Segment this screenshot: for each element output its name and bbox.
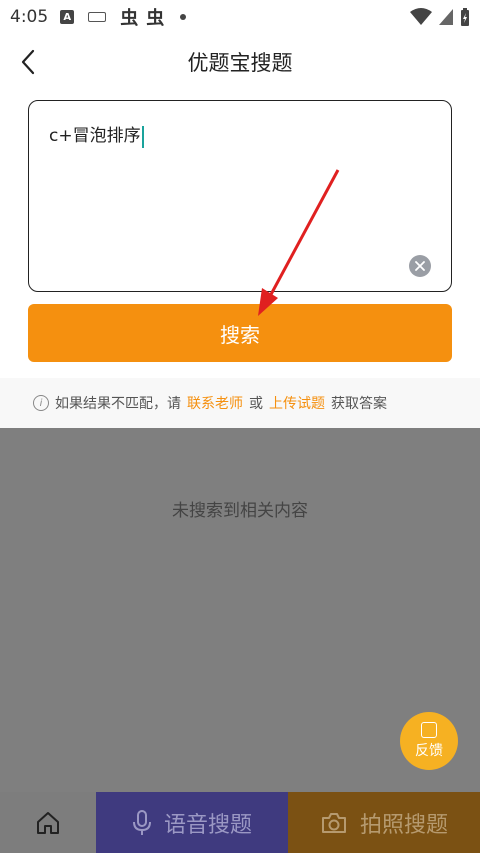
photo-search-label: 拍照搜题 (359, 812, 448, 838)
signal-icon (439, 9, 453, 25)
page-title: 优题宝搜题 (187, 51, 293, 75)
wifi-icon (410, 8, 432, 25)
search-input[interactable]: c+冒泡排序 (28, 100, 452, 292)
upload-question-link[interactable]: 上传试题 (269, 393, 325, 413)
chevron-left-icon (21, 49, 35, 75)
home-icon (37, 811, 59, 834)
text-caret (141, 125, 144, 148)
hint-suffix: 获取答案 (331, 396, 387, 412)
app-notification-icon: 虫 (120, 8, 139, 29)
clear-input-button[interactable] (409, 255, 431, 277)
search-button[interactable]: 搜索 (28, 304, 452, 362)
info-icon: i (33, 395, 49, 411)
hint-row: i 如果结果不匹配，请 联系老师 或 上传试题 获取答案 (0, 378, 480, 428)
keyboard-icon (88, 12, 107, 22)
header: 优题宝搜题 (0, 34, 480, 90)
status-right (410, 7, 470, 27)
notification-a-icon: A (60, 10, 75, 24)
search-query-text: c+冒泡排序 (49, 126, 141, 146)
back-button[interactable] (14, 48, 42, 76)
hint-or: 或 (249, 396, 263, 412)
camera-icon (321, 812, 346, 833)
photo-search-tab[interactable]: 拍照搜题 (288, 792, 480, 853)
battery-icon (461, 8, 469, 26)
contact-teacher-link[interactable]: 联系老师 (187, 393, 243, 413)
voice-search-tab[interactable]: 语音搜题 (96, 792, 288, 853)
voice-search-label: 语音搜题 (163, 812, 252, 838)
status-bar: 4:05 A 虫 虫 (0, 0, 480, 34)
feedback-button[interactable]: 反馈 (400, 712, 458, 770)
more-notifications-icon (180, 14, 187, 20)
feedback-label: 反馈 (415, 743, 443, 759)
close-icon (415, 261, 425, 271)
app-notification-icon-2: 虫 (146, 8, 165, 29)
microphone-icon (132, 809, 151, 835)
edit-icon (421, 722, 437, 738)
home-tab[interactable] (0, 792, 96, 853)
bottom-tab-bar: 语音搜题 拍照搜题 (0, 792, 480, 853)
status-time: 4:05 (10, 7, 49, 27)
empty-results-text: 未搜索到相关内容 (172, 501, 308, 521)
hint-prefix: 如果结果不匹配，请 (55, 396, 181, 412)
